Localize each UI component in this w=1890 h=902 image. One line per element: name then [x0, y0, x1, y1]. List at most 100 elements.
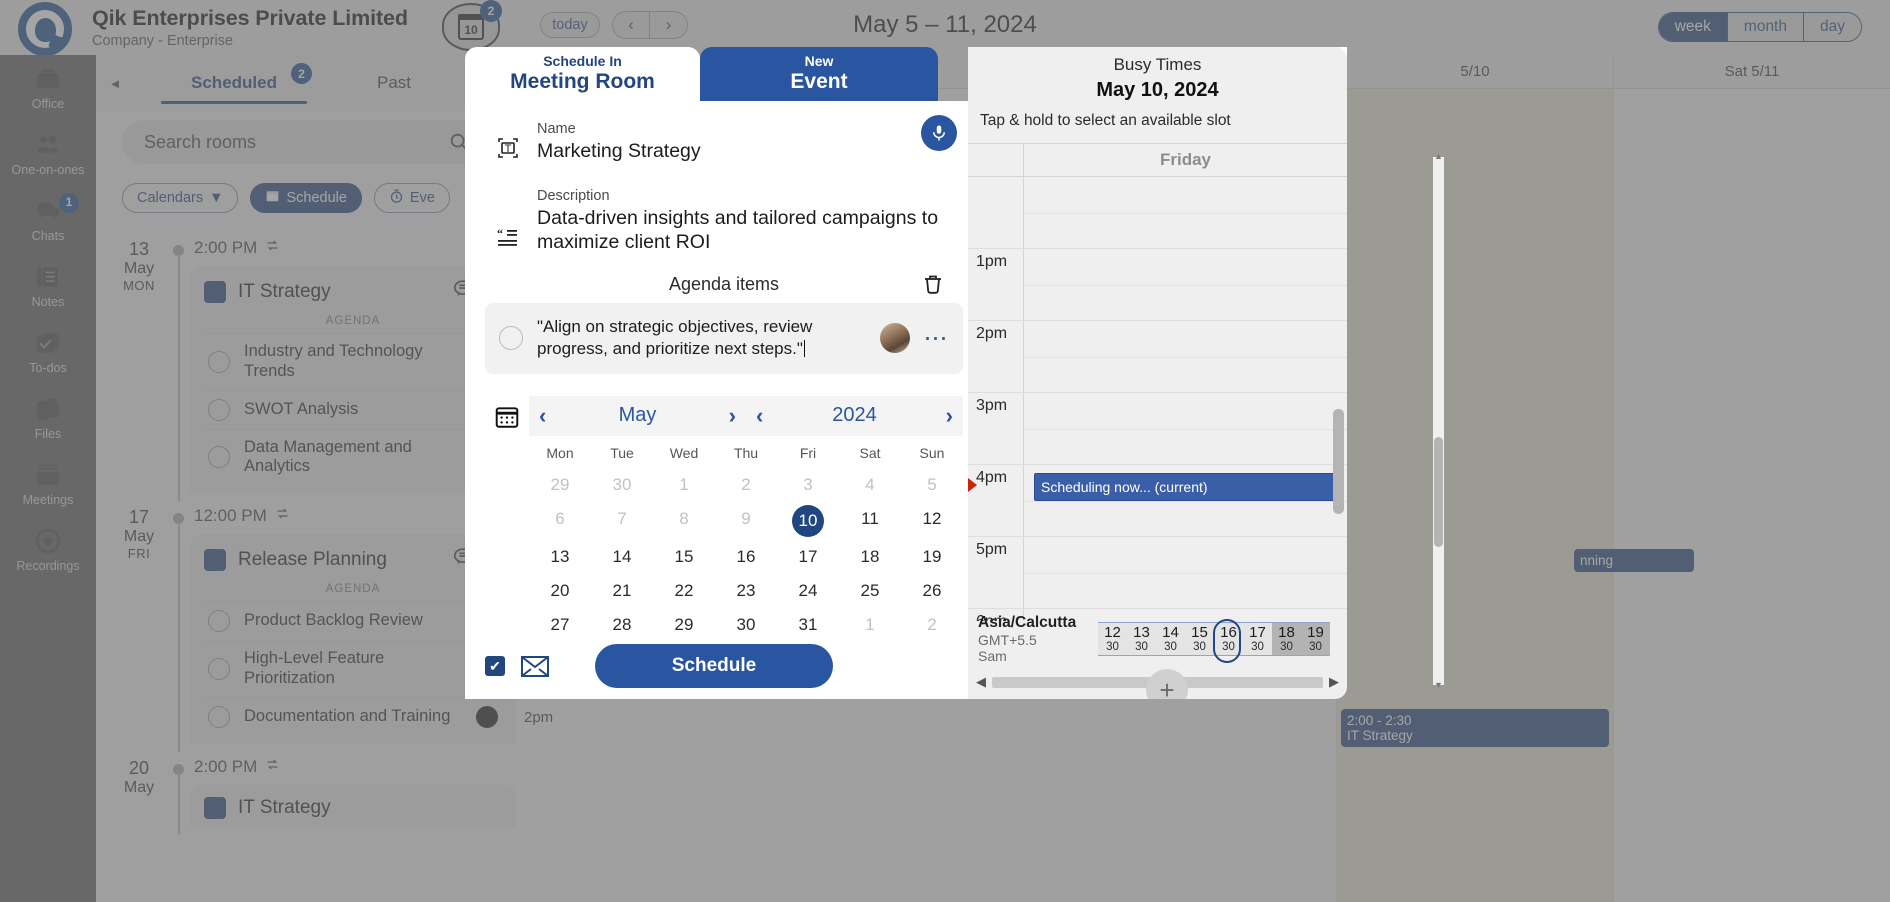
agenda-row[interactable]: High-Level Feature Prioritization [204, 640, 502, 697]
agenda-row[interactable]: Industry and Technology Trends [204, 333, 502, 390]
calendars-dropdown[interactable]: Calendars ▼ [122, 183, 239, 213]
busy-time-row[interactable]: 1pm [968, 249, 1347, 321]
envelope-icon[interactable] [521, 655, 549, 677]
day-cell[interactable]: 19 [901, 540, 963, 574]
agenda-item-input[interactable]: "Align on strategic objectives, review p… [537, 316, 866, 360]
time-slot[interactable] [1024, 321, 1347, 392]
sidebar-item-meetings[interactable]: Meetings [0, 451, 96, 517]
day-cell[interactable]: 30 [591, 468, 653, 502]
agenda-checkbox[interactable] [208, 446, 230, 469]
hour-slot[interactable]: 19 30 [1301, 623, 1330, 655]
sidebar-item-notes[interactable]: Notes [0, 253, 96, 319]
scroll-down-icon[interactable]: ▼ [1433, 680, 1444, 691]
grid-event[interactable]: nning [1574, 549, 1694, 572]
busy-time-row[interactable] [968, 177, 1347, 249]
prev-month-icon[interactable]: ‹ [539, 403, 546, 429]
busy-time-row[interactable]: 5pm [968, 537, 1347, 609]
day-cell[interactable]: 18 [839, 540, 901, 574]
agenda-item-row[interactable]: "Align on strategic objectives, review p… [485, 303, 963, 374]
meeting-card[interactable]: IT Strategy [190, 784, 516, 827]
prev-year-icon[interactable]: ‹ [756, 403, 763, 429]
day-cell[interactable]: 6 [529, 502, 591, 540]
next-year-icon[interactable]: › [946, 403, 953, 429]
day-cell[interactable]: 14 [591, 540, 653, 574]
day-cell[interactable]: 20 [529, 574, 591, 608]
day-cell[interactable]: 22 [653, 574, 715, 608]
day-cell[interactable]: 5 [901, 468, 963, 502]
tab-new-event[interactable]: New Event [700, 47, 938, 101]
sidebar-item-office[interactable]: Office [0, 55, 96, 121]
view-day-button[interactable]: day [1803, 13, 1861, 41]
agenda-row[interactable]: SWOT Analysis [204, 389, 502, 429]
sidebar-item-chats[interactable]: 1 Chats [0, 187, 96, 253]
collapse-pane-icon[interactable]: ◄ [96, 76, 134, 91]
name-input[interactable]: Marketing Strategy [537, 140, 961, 164]
more-options-icon[interactable]: ⋯ [924, 324, 950, 353]
day-cell[interactable]: 26 [901, 574, 963, 608]
agenda-checkbox[interactable] [208, 398, 230, 421]
tab-past[interactable]: Past [334, 55, 454, 111]
microphone-icon[interactable] [921, 115, 957, 151]
view-week-button[interactable]: week [1658, 13, 1727, 41]
sidebar-item-files[interactable]: Files [0, 385, 96, 451]
trash-icon[interactable] [921, 272, 945, 301]
scroll-up-icon[interactable]: ▲ [1433, 151, 1444, 162]
hour-slot[interactable]: 14 30 [1156, 623, 1185, 655]
hour-slot[interactable]: 18 30 [1272, 623, 1301, 655]
modal-scrollbar[interactable]: ▲ ▼ [1433, 151, 1444, 690]
day-cell[interactable]: 9 [715, 502, 777, 540]
agenda-checkbox[interactable] [208, 705, 230, 728]
time-slot[interactable] [1024, 537, 1347, 608]
sidebar-item-todos[interactable]: To-dos [0, 319, 96, 385]
day-cell[interactable]: 2 [715, 468, 777, 502]
day-cell[interactable]: 29 [529, 468, 591, 502]
day-cell[interactable]: 25 [839, 574, 901, 608]
next-month-icon[interactable]: › [729, 403, 736, 429]
agenda-checkbox[interactable] [208, 657, 230, 680]
sidebar-item-one-on-ones[interactable]: One-on-ones [0, 121, 96, 187]
description-input[interactable]: Data-driven insights and tailored campai… [537, 207, 961, 255]
week-col-saturday[interactable]: nning [1574, 89, 1890, 902]
hour-slot[interactable]: 17 30 [1243, 623, 1272, 655]
agenda-item-checkbox[interactable] [499, 326, 523, 351]
day-cell-selected[interactable]: 10 [777, 502, 839, 540]
view-month-button[interactable]: month [1726, 13, 1803, 41]
time-slot[interactable] [1024, 249, 1347, 320]
tab-schedule-in-meeting-room[interactable]: Schedule In Meeting Room [465, 47, 700, 101]
agenda-checkbox[interactable] [208, 610, 230, 633]
search-rooms-input[interactable]: Search rooms [122, 120, 490, 164]
scrollbar-thumb[interactable] [1333, 409, 1344, 514]
day-cell[interactable]: 13 [529, 540, 591, 574]
week-col-friday[interactable]: 2:00 - 2:30 IT Strategy [1336, 89, 1613, 902]
send-email-checkbox[interactable]: ✔ [485, 656, 505, 676]
agenda-row[interactable]: Documentation and Training [204, 696, 502, 736]
grid-event[interactable]: 2:00 - 2:30 IT Strategy [1341, 709, 1609, 747]
busy-time-row[interactable]: 2pm [968, 321, 1347, 393]
day-cell[interactable]: 17 [777, 540, 839, 574]
hour-slot[interactable]: 15 30 [1185, 623, 1214, 655]
sidebar-item-recordings[interactable]: Recordings [0, 517, 96, 583]
busy-times-scrollbar[interactable] [1333, 169, 1344, 607]
busy-time-row[interactable]: 3pm [968, 393, 1347, 465]
day-cell[interactable]: 24 [777, 574, 839, 608]
day-cell[interactable]: 15 [653, 540, 715, 574]
caret-left-icon[interactable]: ◀ [976, 674, 986, 690]
day-cell[interactable]: 7 [591, 502, 653, 540]
hour-slot[interactable]: 13 30 [1127, 623, 1156, 655]
time-slot[interactable] [1024, 177, 1347, 248]
time-slot[interactable] [1024, 393, 1347, 464]
day-cell[interactable]: 4 [839, 468, 901, 502]
day-cell[interactable]: 1 [653, 468, 715, 502]
scrollbar-thumb[interactable] [1434, 437, 1443, 547]
day-cell[interactable]: 23 [715, 574, 777, 608]
current-scheduling-event[interactable]: Scheduling now... (current) [1034, 473, 1339, 501]
day-cell[interactable]: 11 [839, 502, 901, 540]
day-cell[interactable]: 12 [901, 502, 963, 540]
agenda-row[interactable]: Product Backlog Review [204, 601, 502, 640]
day-cell[interactable]: 3 [777, 468, 839, 502]
schedule-submit-button[interactable]: Schedule [595, 644, 833, 688]
day-cell[interactable]: 8 [653, 502, 715, 540]
plus-icon[interactable]: + [1146, 669, 1188, 699]
tab-scheduled[interactable]: Scheduled 2 [134, 55, 334, 111]
day-cell[interactable]: 21 [591, 574, 653, 608]
